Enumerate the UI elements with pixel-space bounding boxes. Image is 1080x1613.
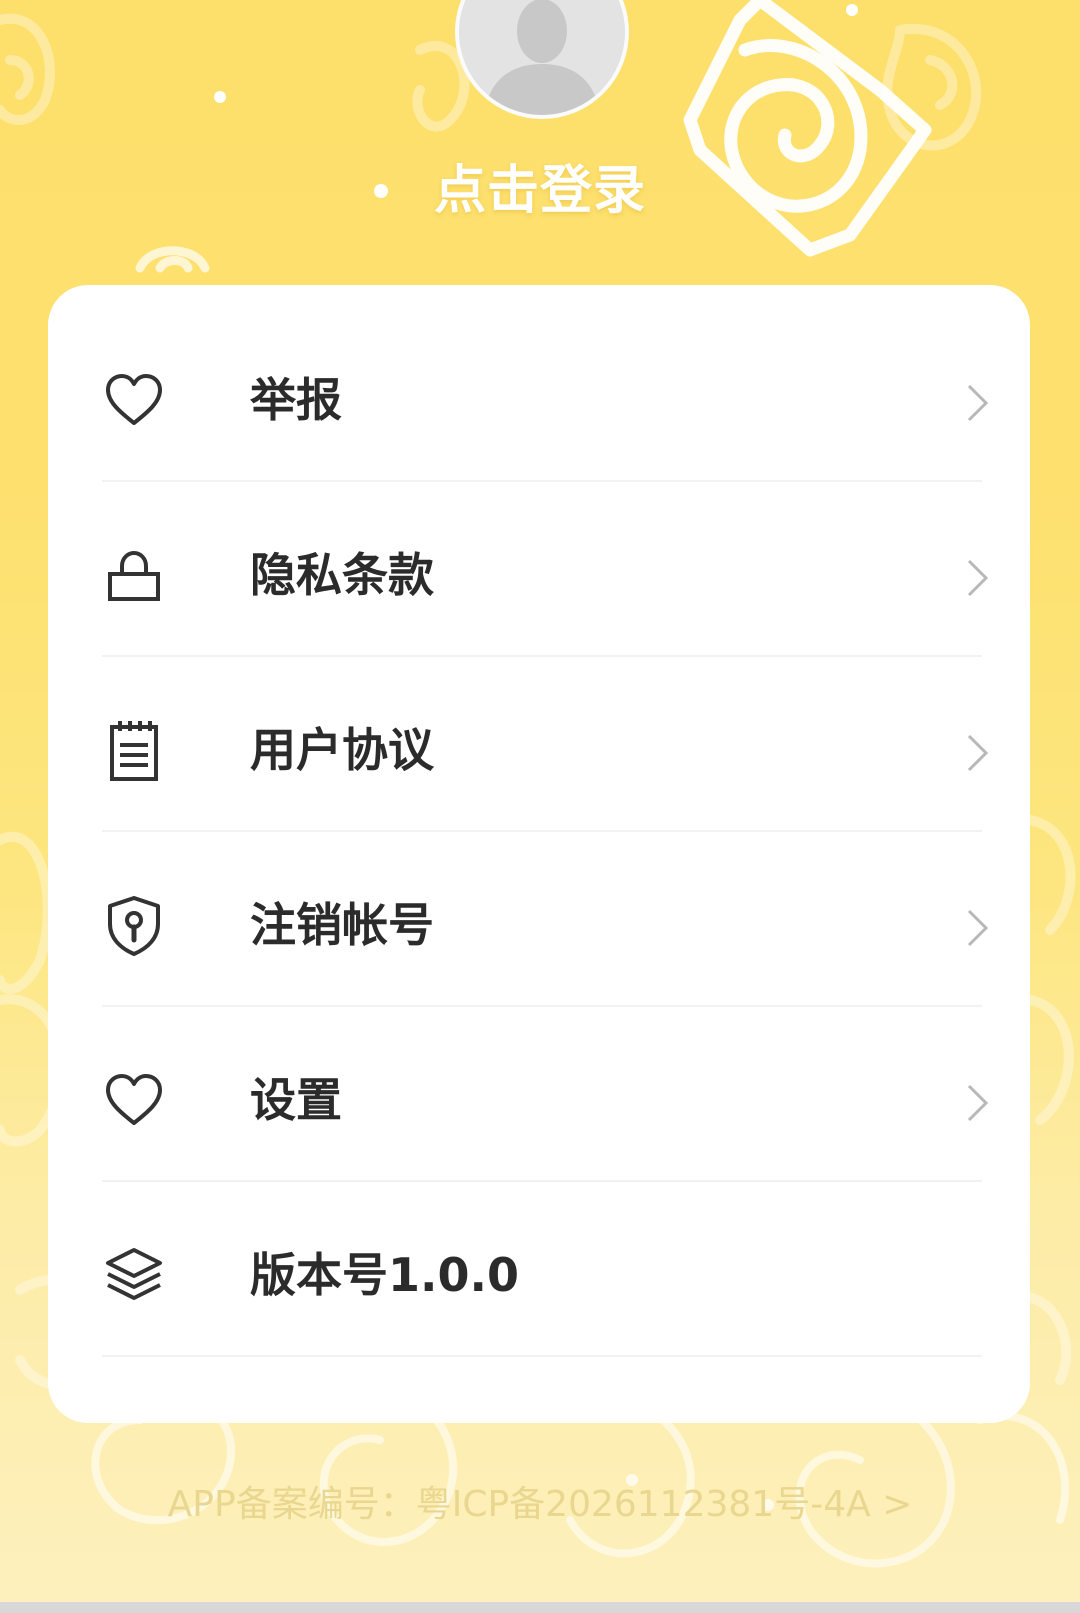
menu-item-report[interactable]: 举报	[102, 307, 989, 487]
menu-item-label: 版本号1.0.0	[250, 1248, 519, 1302]
chevron-right-icon	[967, 734, 989, 772]
menu-item-privacy-policy[interactable]: 隐私条款	[102, 482, 989, 662]
login-prompt[interactable]: 点击登录	[0, 148, 1080, 223]
menu-item-label: 注销帐号	[250, 898, 434, 952]
bottom-edge	[0, 1602, 1080, 1613]
menu-item-settings[interactable]: 设置	[102, 1007, 989, 1187]
menu-item-delete-account[interactable]: 注销帐号	[102, 832, 989, 1012]
chevron-right-icon	[967, 1084, 989, 1122]
icp-filing-link[interactable]: APP备案编号：粤ICP备2026112381号-4A >	[0, 1475, 1080, 1527]
heart-icon	[106, 374, 162, 425]
chevron-right-icon	[967, 559, 989, 597]
menu-item-label: 举报	[250, 373, 342, 427]
layers-icon	[106, 1248, 162, 1300]
menu-item-label: 设置	[250, 1073, 342, 1127]
lock-icon	[108, 550, 160, 601]
menu-item-label: 隐私条款	[250, 548, 434, 602]
avatar[interactable]	[455, 0, 629, 119]
divider	[102, 1355, 982, 1357]
menu-item-label: 用户协议	[250, 723, 434, 777]
chevron-right-icon	[967, 909, 989, 947]
notepad-icon	[110, 721, 158, 781]
menu-item-user-agreement[interactable]: 用户协议	[102, 657, 989, 837]
chevron-right-icon	[967, 384, 989, 422]
shield-keyhole-icon	[108, 896, 160, 956]
heart-icon	[106, 1074, 162, 1125]
default-user-icon	[459, 0, 625, 115]
menu-item-version: 版本号1.0.0	[102, 1182, 982, 1362]
menu-card: 举报 隐私条款 用户协议 注销帐号 设置 版本号1.0.0	[48, 285, 1030, 1423]
